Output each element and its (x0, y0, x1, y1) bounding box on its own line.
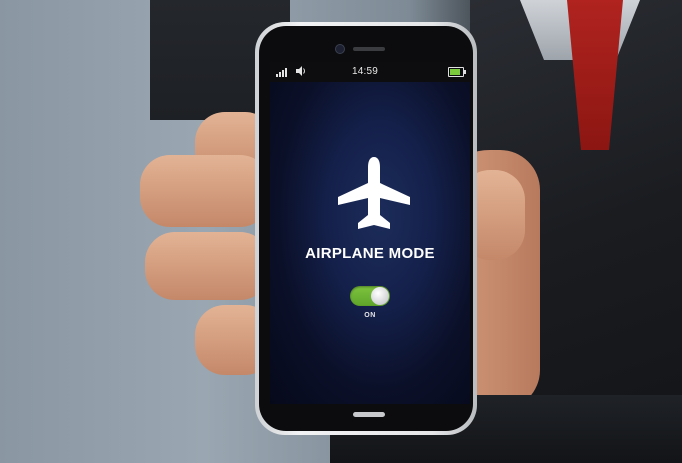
finger-3 (145, 232, 270, 300)
phone-bezel: 14:59 AIRPLANE MODE ON (259, 26, 473, 431)
signal-bars-icon (276, 67, 288, 77)
home-button[interactable] (353, 412, 385, 417)
airplane-mode-toggle[interactable] (350, 286, 390, 306)
front-camera (335, 44, 345, 54)
battery-icon (448, 67, 466, 77)
status-bar: 14:59 (270, 62, 470, 82)
toggle-state-label: ON (364, 312, 376, 319)
phone-screen: 14:59 AIRPLANE MODE ON (270, 62, 470, 404)
airplane-icon (336, 155, 412, 233)
smartphone: 14:59 AIRPLANE MODE ON (255, 22, 477, 435)
airplane-mode-title: AIRPLANE MODE (305, 245, 435, 262)
toggle-knob[interactable] (371, 287, 389, 305)
speaker-icon (295, 65, 307, 80)
finger-2 (140, 155, 270, 227)
status-time: 14:59 (352, 66, 379, 77)
earpiece-speaker (353, 47, 385, 51)
battery-fill (450, 69, 460, 75)
